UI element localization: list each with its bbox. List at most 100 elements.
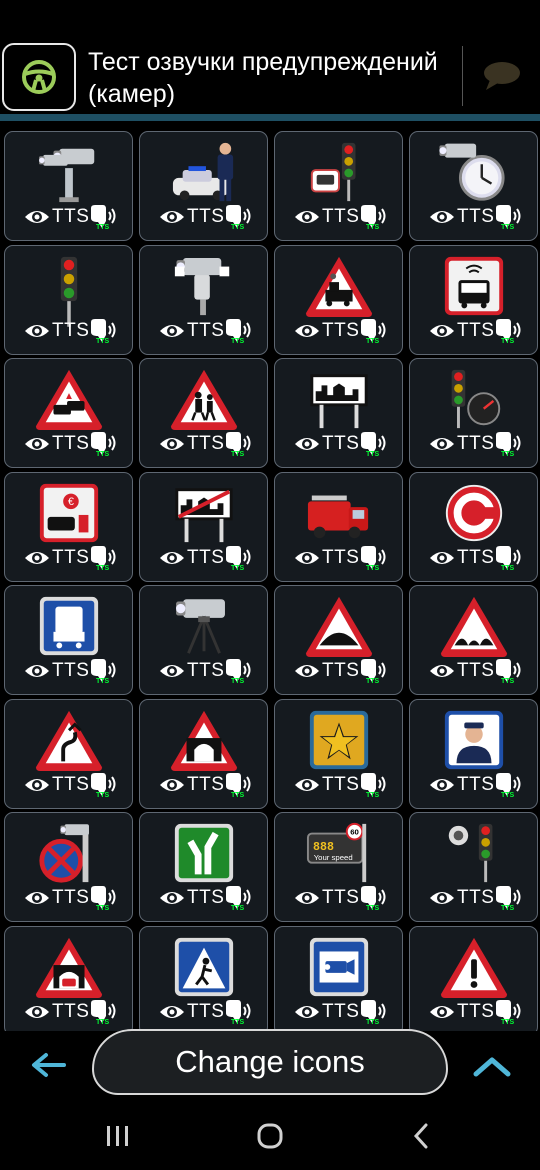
tts-label[interactable]: TTS <box>322 887 359 909</box>
eye-icon[interactable] <box>158 206 186 228</box>
warning-tile[interactable]: TTS TTS <box>409 925 538 1031</box>
warning-tile[interactable]: TTS TTS <box>274 698 403 809</box>
tts-label[interactable]: TTS <box>52 547 89 569</box>
warning-tile[interactable]: TTS TTS <box>139 585 268 695</box>
steering-wheel-button[interactable] <box>2 43 76 111</box>
warning-tile[interactable]: TTS TTS <box>139 812 268 922</box>
warning-tile[interactable]: TTS TTS <box>139 244 268 355</box>
eye-icon[interactable] <box>293 887 321 909</box>
eye-icon[interactable] <box>23 206 51 228</box>
eye-icon[interactable] <box>428 547 456 569</box>
warning-tile[interactable]: TTS TTS <box>409 471 538 582</box>
tts-label[interactable]: TTS <box>322 660 359 682</box>
eye-icon[interactable] <box>158 660 186 682</box>
scroll-up-button[interactable] <box>470 1047 514 1083</box>
back-button[interactable] <box>26 1047 70 1083</box>
eye-icon[interactable] <box>428 433 456 455</box>
tts-label[interactable]: TTS <box>52 206 89 228</box>
warning-tile[interactable]: TTS TTS <box>409 131 538 241</box>
eye-icon[interactable] <box>428 774 456 796</box>
tts-label[interactable]: TTS <box>322 320 359 342</box>
warning-tile[interactable]: TTS TTS <box>139 698 268 809</box>
eye-icon[interactable] <box>428 660 456 682</box>
recent-apps-button[interactable] <box>98 1122 138 1150</box>
warning-tile[interactable]: TTS TTS <box>4 244 133 355</box>
icon-grid-scroll[interactable]: TTS TTS TTS TTS TTS TTS TTS TTS TTS TTS TTS TTS TTS T… <box>0 121 540 1031</box>
eye-icon[interactable] <box>428 320 456 342</box>
warning-tile[interactable]: TTS TTS <box>274 131 403 241</box>
tts-label[interactable]: TTS <box>52 1001 89 1023</box>
tts-label[interactable]: TTS <box>322 1001 359 1023</box>
tts-label[interactable]: TTS <box>457 320 494 342</box>
warning-tile[interactable]: TTS TTS <box>274 471 403 582</box>
warning-tile[interactable]: TTS TTS <box>409 358 538 468</box>
tts-label[interactable]: TTS <box>457 774 494 796</box>
tts-label[interactable]: TTS <box>187 433 224 455</box>
warning-tile[interactable]: TTS TTS <box>274 244 403 355</box>
eye-icon[interactable] <box>428 206 456 228</box>
warning-tile[interactable]: € TTS TTS <box>4 471 133 582</box>
warning-tile[interactable]: TTS TTS <box>4 131 133 241</box>
eye-icon[interactable] <box>23 774 51 796</box>
tts-label[interactable]: TTS <box>322 547 359 569</box>
tts-label[interactable]: TTS <box>52 433 89 455</box>
tts-label[interactable]: TTS <box>457 547 494 569</box>
eye-icon[interactable] <box>293 433 321 455</box>
tts-label[interactable]: TTS <box>187 1001 224 1023</box>
tts-label[interactable]: TTS <box>52 887 89 909</box>
eye-icon[interactable] <box>158 433 186 455</box>
change-icons-button[interactable]: Change icons <box>92 1029 448 1095</box>
warning-tile[interactable]: TTS TTS <box>409 698 538 809</box>
eye-icon[interactable] <box>23 547 51 569</box>
eye-icon[interactable] <box>23 660 51 682</box>
warning-tile[interactable]: TTS TTS <box>4 925 133 1031</box>
warning-tile[interactable]: TTS TTS <box>139 925 268 1031</box>
eye-icon[interactable] <box>23 320 51 342</box>
eye-icon[interactable] <box>293 660 321 682</box>
tts-label[interactable]: TTS <box>457 660 494 682</box>
warning-tile[interactable]: TTS TTS <box>409 244 538 355</box>
eye-icon[interactable] <box>158 547 186 569</box>
warning-tile[interactable]: TTS TTS <box>274 925 403 1031</box>
eye-icon[interactable] <box>23 1001 51 1023</box>
tts-label[interactable]: TTS <box>457 1001 494 1023</box>
tts-label[interactable]: TTS <box>187 774 224 796</box>
warning-tile[interactable]: TTS TTS <box>4 585 133 695</box>
warning-tile[interactable]: TTS TTS <box>139 131 268 241</box>
tts-label[interactable]: TTS <box>187 320 224 342</box>
tts-label[interactable]: TTS <box>187 547 224 569</box>
tts-label[interactable]: TTS <box>187 660 224 682</box>
eye-icon[interactable] <box>158 774 186 796</box>
tts-label[interactable]: TTS <box>322 774 359 796</box>
warning-tile[interactable]: TTS TTS <box>274 358 403 468</box>
warning-tile[interactable]: TTS TTS <box>409 585 538 695</box>
tts-label[interactable]: TTS <box>52 660 89 682</box>
eye-icon[interactable] <box>293 206 321 228</box>
eye-icon[interactable] <box>158 1001 186 1023</box>
home-button[interactable] <box>250 1122 290 1150</box>
tts-label[interactable]: TTS <box>187 887 224 909</box>
tts-label[interactable]: TTS <box>457 887 494 909</box>
eye-icon[interactable] <box>158 320 186 342</box>
tts-label[interactable]: TTS <box>457 433 494 455</box>
warning-tile[interactable]: 888 Your speed 60 TTS TTS <box>274 812 403 922</box>
tts-label[interactable]: TTS <box>187 206 224 228</box>
warning-tile[interactable]: TTS TTS <box>409 812 538 922</box>
eye-icon[interactable] <box>23 887 51 909</box>
eye-icon[interactable] <box>428 1001 456 1023</box>
warning-tile[interactable]: TTS TTS <box>139 358 268 468</box>
tts-label[interactable]: TTS <box>52 774 89 796</box>
tts-label[interactable]: TTS <box>322 433 359 455</box>
eye-icon[interactable] <box>428 887 456 909</box>
warning-tile[interactable]: TTS TTS <box>274 585 403 695</box>
warning-tile[interactable]: TTS TTS <box>4 698 133 809</box>
eye-icon[interactable] <box>293 547 321 569</box>
speech-button[interactable] <box>476 56 526 96</box>
tts-label[interactable]: TTS <box>52 320 89 342</box>
warning-tile[interactable]: TTS TTS <box>139 471 268 582</box>
eye-icon[interactable] <box>293 774 321 796</box>
system-back-button[interactable] <box>402 1122 442 1150</box>
eye-icon[interactable] <box>158 887 186 909</box>
eye-icon[interactable] <box>293 1001 321 1023</box>
warning-tile[interactable]: TTS TTS <box>4 358 133 468</box>
